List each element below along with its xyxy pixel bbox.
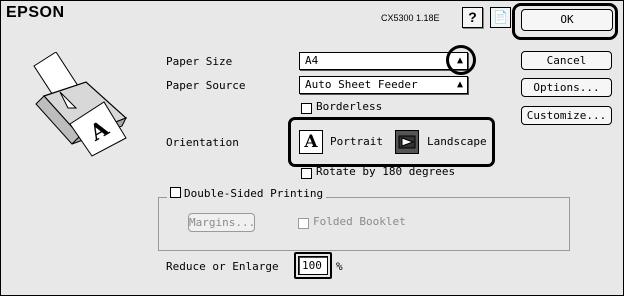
portrait-icon[interactable]: A — [299, 130, 323, 154]
landscape-page-icon — [398, 135, 416, 149]
folded-booklet-checkbox[interactable] — [298, 218, 309, 229]
paper-size-label: Paper Size — [166, 55, 233, 68]
paper-size-select[interactable]: A4 ▲︎ — [299, 52, 468, 70]
options-button[interactable]: Options... — [521, 78, 612, 97]
orientation-label: Orientation — [166, 136, 239, 149]
landscape-label: Landscape — [427, 135, 487, 148]
version-label: CX5300 1.18E — [381, 13, 440, 23]
reduce-label: Reduce or Enlarge — [166, 260, 279, 273]
stamp-icon[interactable]: 📄 — [490, 7, 511, 28]
ok-button[interactable]: OK — [521, 9, 613, 31]
portrait-label: Portrait — [330, 135, 383, 148]
reduce-input[interactable]: 100 — [298, 256, 328, 275]
customize-button[interactable]: Customize... — [521, 106, 612, 125]
paper-source-select[interactable]: Auto Sheet Feeder ▲︎ — [299, 76, 468, 94]
folded-booklet-label: Folded Booklet — [313, 215, 406, 228]
borderless-label: Borderless — [316, 100, 383, 113]
borderless-checkbox[interactable] — [301, 103, 312, 114]
rotate-checkbox[interactable] — [301, 168, 312, 179]
double-sided-checkbox[interactable] — [170, 187, 181, 198]
paper-size-value: A4 — [305, 54, 319, 67]
paper-source-value: Auto Sheet Feeder — [305, 78, 418, 91]
margins-button[interactable]: Margins... — [188, 213, 255, 232]
highlight-ring — [446, 45, 476, 75]
help-button[interactable]: ? — [462, 7, 483, 28]
rotate-label: Rotate by 180 degrees — [316, 165, 456, 178]
double-sided-label: Double-Sided Printing — [184, 187, 324, 200]
paper-source-label: Paper Source — [166, 79, 246, 92]
printer-illustration: A — [33, 52, 128, 157]
cancel-button[interactable]: Cancel — [521, 51, 612, 70]
double-sided-title: Double-Sided Printing — [167, 186, 327, 200]
landscape-icon[interactable] — [395, 130, 419, 154]
percent-unit: % — [336, 260, 343, 273]
epson-logo: EPSON — [6, 4, 65, 21]
updown-arrow-icon: ▲︎ — [456, 79, 463, 90]
